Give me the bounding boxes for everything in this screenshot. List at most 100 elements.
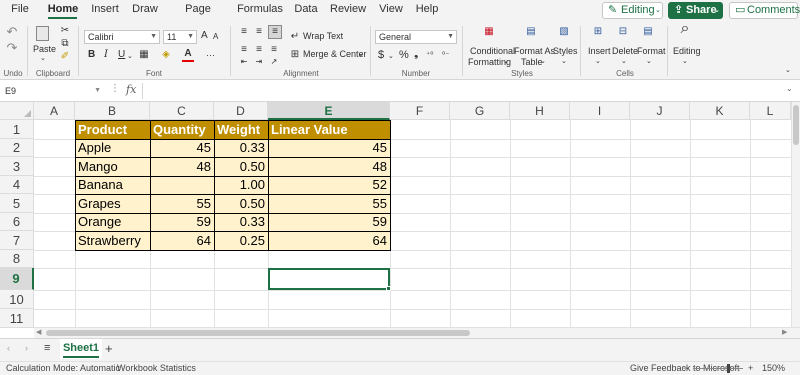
- increase-decimal-icon[interactable]: ⁺⁰: [426, 50, 433, 59]
- scroll-left-icon[interactable]: ◀: [36, 328, 41, 336]
- format-as-table-button[interactable]: Format As: [514, 46, 555, 56]
- table-cell[interactable]: 0.25: [214, 231, 268, 250]
- table-cell[interactable]: 0.50: [214, 157, 268, 176]
- align-bottom-icon[interactable]: ≡: [268, 25, 282, 39]
- cut-icon[interactable]: ✂: [60, 25, 70, 37]
- chevron-down-icon[interactable]: ⌄: [358, 50, 364, 58]
- name-box[interactable]: E9 ▼: [3, 83, 103, 99]
- underline-button[interactable]: U: [118, 49, 125, 60]
- horizontal-scrollbar-thumb[interactable]: [46, 330, 470, 336]
- copy-icon[interactable]: ⧉: [60, 38, 70, 50]
- share-button[interactable]: ⇪ Share ⌄: [668, 2, 723, 19]
- chevron-down-icon[interactable]: ⌄: [621, 57, 627, 65]
- tab-page-layout[interactable]: Page Layout: [170, 0, 226, 34]
- currency-button[interactable]: $: [378, 49, 384, 61]
- paste-chevron-icon[interactable]: ⌄: [40, 54, 46, 62]
- column-header-h[interactable]: H: [510, 102, 570, 120]
- row-header-4[interactable]: 4: [0, 176, 34, 194]
- increase-indent-icon[interactable]: ⇥: [253, 56, 265, 68]
- more-options-icon[interactable]: ···: [206, 50, 215, 60]
- table-cell[interactable]: 55: [150, 194, 214, 213]
- column-header-j[interactable]: J: [630, 102, 690, 120]
- row-header-2[interactable]: 2: [0, 139, 34, 157]
- selected-cell-e9[interactable]: [268, 268, 390, 290]
- chevron-down-icon[interactable]: ⌄: [682, 57, 688, 65]
- format-painter-icon[interactable]: ✐: [60, 51, 70, 63]
- column-header-e[interactable]: E: [268, 102, 390, 120]
- increase-font-size-icon[interactable]: A: [201, 30, 208, 41]
- redo-icon[interactable]: ↷: [6, 41, 18, 54]
- table-cell[interactable]: Banana: [75, 176, 150, 194]
- table-cell[interactable]: 45: [150, 139, 214, 157]
- calculation-mode[interactable]: Calculation Mode: Automatic: [6, 363, 120, 373]
- column-header-g[interactable]: G: [450, 102, 510, 120]
- table-cell[interactable]: 59: [268, 213, 390, 231]
- table-cell[interactable]: Grapes: [75, 194, 150, 213]
- all-sheets-menu-icon[interactable]: ≡: [44, 342, 50, 354]
- align-left-icon[interactable]: ≡: [238, 44, 250, 56]
- table-cell[interactable]: 48: [268, 157, 390, 176]
- sheet-next-icon[interactable]: ›: [25, 343, 28, 353]
- italic-button[interactable]: I: [104, 49, 108, 60]
- table-cell[interactable]: Strawberry: [75, 231, 150, 250]
- table-cell[interactable]: 64: [268, 231, 390, 250]
- column-header-l[interactable]: L: [750, 102, 791, 120]
- more-options-icon[interactable]: ⋮: [110, 83, 120, 94]
- tab-draw[interactable]: Draw: [130, 0, 160, 20]
- select-all-corner[interactable]: [0, 102, 34, 120]
- tab-help[interactable]: Help: [414, 0, 440, 20]
- insert-function-icon[interactable]: fx: [126, 83, 136, 96]
- column-header-i[interactable]: I: [570, 102, 630, 120]
- percent-button[interactable]: %: [399, 49, 409, 61]
- formula-input[interactable]: [148, 83, 778, 99]
- tab-data[interactable]: Data: [293, 0, 319, 20]
- table-header-linear-value[interactable]: Linear Value: [268, 120, 390, 139]
- table-cell[interactable]: 0.33: [214, 213, 268, 231]
- table-cell[interactable]: Apple: [75, 139, 150, 157]
- tab-formulas[interactable]: Formulas: [237, 0, 283, 20]
- decrease-decimal-icon[interactable]: ⁰⁻: [442, 50, 449, 59]
- column-header-a[interactable]: A: [34, 102, 75, 120]
- chevron-down-icon[interactable]: ⌄: [388, 52, 394, 60]
- zoom-slider-thumb[interactable]: [727, 364, 730, 373]
- table-cell[interactable]: 0.33: [214, 139, 268, 157]
- table-cell[interactable]: 0.50: [214, 194, 268, 213]
- row-header-5[interactable]: 5: [0, 194, 34, 213]
- row-header-11[interactable]: 11: [0, 309, 34, 328]
- borders-icon[interactable]: ▦: [138, 49, 150, 61]
- expand-formula-bar-icon[interactable]: ⌄: [786, 84, 793, 93]
- table-cell[interactable]: 52: [268, 176, 390, 194]
- align-middle-icon[interactable]: ≡: [253, 26, 265, 38]
- column-header-k[interactable]: K: [690, 102, 750, 120]
- bold-button[interactable]: B: [88, 49, 95, 60]
- table-header-quantity[interactable]: Quantity: [150, 120, 214, 139]
- table-cell[interactable]: [150, 176, 214, 194]
- chevron-down-icon[interactable]: ⌄: [595, 57, 601, 65]
- scroll-right-icon[interactable]: ▶: [782, 328, 787, 336]
- table-cell[interactable]: 55: [268, 194, 390, 213]
- chevron-down-icon[interactable]: ⌄: [540, 57, 546, 65]
- column-header-d[interactable]: D: [214, 102, 268, 120]
- fill-color-icon[interactable]: ◈: [160, 49, 172, 61]
- zoom-out-button[interactable]: −: [683, 363, 688, 373]
- font-size-select[interactable]: 11 ▼: [163, 30, 197, 44]
- fill-handle[interactable]: [386, 286, 391, 291]
- align-top-icon[interactable]: ≡: [238, 26, 250, 38]
- conditional-formatting-button[interactable]: Conditional: [470, 46, 515, 56]
- workbook-statistics[interactable]: Workbook Statistics: [117, 363, 196, 373]
- table-cell[interactable]: 1.00: [214, 176, 268, 194]
- column-header-c[interactable]: C: [150, 102, 214, 120]
- comments-button[interactable]: ▭ Comments: [729, 2, 800, 19]
- row-header-9[interactable]: 9: [0, 268, 34, 290]
- format-cells-button[interactable]: Format: [637, 46, 666, 56]
- zoom-level[interactable]: 150%: [762, 363, 785, 373]
- cell-styles-button[interactable]: Styles: [553, 46, 578, 56]
- tab-view[interactable]: View: [378, 0, 404, 20]
- column-header-f[interactable]: F: [390, 102, 450, 120]
- editing-group-button[interactable]: Editing: [673, 46, 701, 56]
- align-center-icon[interactable]: ≡: [253, 44, 265, 56]
- row-header-8[interactable]: 8: [0, 250, 34, 268]
- font-color-icon[interactable]: A: [182, 48, 194, 62]
- row-header-7[interactable]: 7: [0, 231, 34, 250]
- table-cell[interactable]: 48: [150, 157, 214, 176]
